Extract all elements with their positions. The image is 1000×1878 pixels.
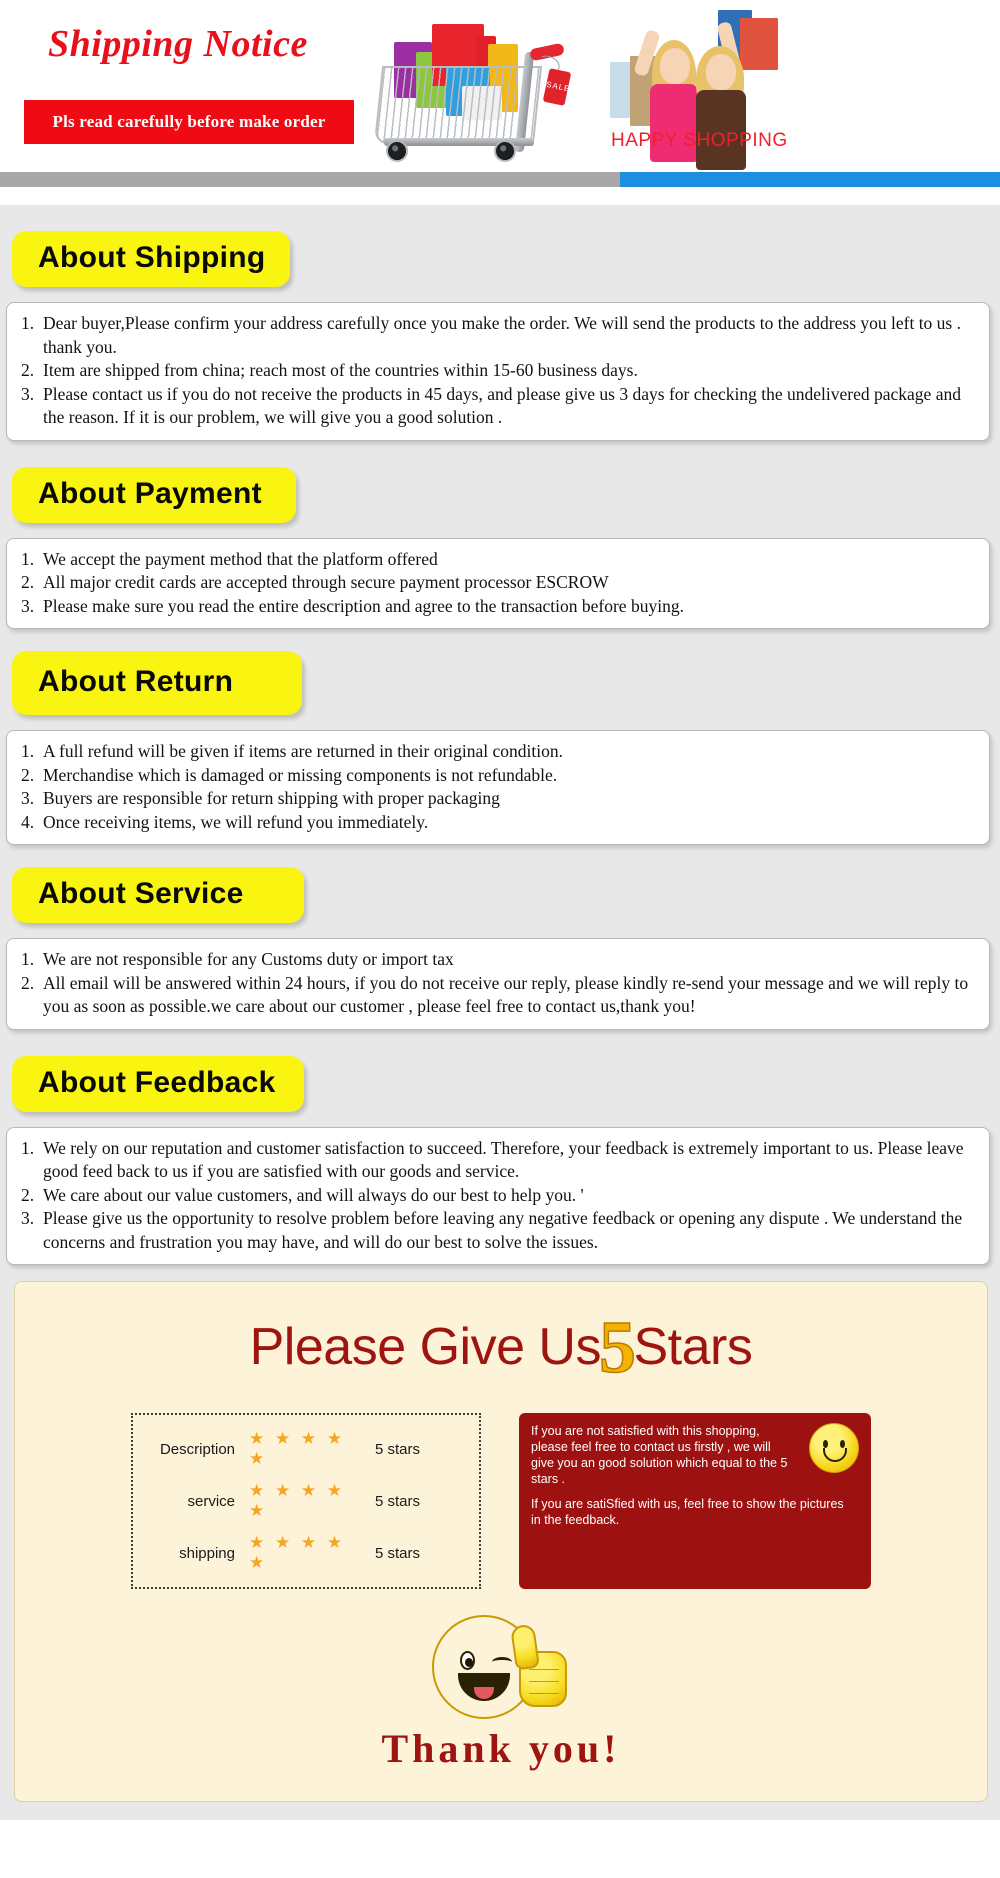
section-tab-label: About Return (38, 665, 234, 698)
header-notice-text: Pls read carefully before make order (52, 112, 326, 131)
list-item: All major credit cards are accepted thro… (21, 571, 609, 594)
rating-row-service: service ★ ★ ★ ★ ★ 5 stars (145, 1481, 463, 1521)
section-card-feedback: We rely on our reputation and customer s… (6, 1126, 990, 1265)
list-item: Buyers are responsible for return shippi… (21, 787, 500, 810)
list-item: Once receiving items, we will refund you… (21, 811, 429, 834)
star-rating-icon: ★ ★ ★ ★ ★ (249, 1429, 346, 1468)
message-satisfied: If you are satiSfied with us, feel free … (531, 1497, 844, 1527)
section-tab-payment: About Payment (12, 466, 296, 523)
list-item: Please contact us if you do not receive … (21, 383, 961, 428)
page-header: Shipping Notice Pls read carefully befor… (0, 0, 1000, 205)
section-tab-label: About Feedback (38, 1065, 276, 1099)
section-tab-label: About Service (38, 877, 244, 910)
heading-after-text: Stars (633, 1318, 753, 1376)
section-tab-feedback: About Feedback (12, 1055, 304, 1112)
heading-number-five: 5 (598, 1306, 636, 1390)
divider-blue-segment (620, 172, 1000, 187)
page-body: About Shipping Dear buyer,Please confirm… (0, 205, 1000, 1820)
footer-content-row: Description ★ ★ ★ ★ ★ 5 stars service ★ … (15, 1413, 987, 1589)
rating-label: service (187, 1492, 235, 1510)
rating-label: shipping (179, 1544, 235, 1562)
thank-you-text: Thank you! (381, 1726, 621, 1771)
list-item: We rely on our reputation and customer s… (21, 1137, 964, 1182)
rating-value: 5 stars (375, 1440, 421, 1458)
section-tab-label: About Payment (38, 476, 262, 510)
rating-value: 5 stars (375, 1544, 421, 1562)
shopping-cart-icon: SALE (370, 8, 580, 168)
rating-row-shipping: shipping ★ ★ ★ ★ ★ 5 stars (145, 1533, 463, 1573)
star-rating-icon: ★ ★ ★ ★ ★ (249, 1533, 346, 1572)
section-tab-service: About Service (12, 867, 304, 923)
header-divider (0, 172, 1000, 187)
list-item: A full refund will be given if items are… (21, 740, 564, 763)
section-about-return: About Return A full refund will be given… (0, 651, 1000, 845)
star-rating-icon: ★ ★ ★ ★ ★ (249, 1481, 346, 1520)
list-item: Please make sure you read the entire des… (21, 595, 684, 618)
page-title: Shipping Notice (48, 23, 308, 65)
section-tab-label: About Shipping (38, 241, 266, 274)
section-about-payment: About Payment We accept the payment meth… (0, 466, 1000, 629)
section-about-feedback: About Feedback We rely on our reputation… (0, 1055, 1000, 1265)
rating-label: Description (159, 1440, 235, 1458)
list-item: Item are shipped from china; reach most … (21, 359, 638, 382)
heading-before-text: Please Give Us (249, 1318, 602, 1376)
five-stars-heading: Please Give Us5Stars (15, 1306, 987, 1391)
list-item: We care about our value customers, and w… (21, 1184, 584, 1207)
section-tab-return: About Return (12, 651, 302, 715)
smiley-face-icon (809, 1423, 859, 1473)
thumbs-up-icon (510, 1623, 575, 1713)
divider-grey-segment (0, 172, 620, 187)
section-about-shipping: About Shipping Dear buyer,Please confirm… (0, 231, 1000, 441)
section-card-payment: We accept the payment method that the pl… (6, 537, 990, 629)
header-notice-bar: Pls read carefully before make order (24, 100, 354, 144)
section-about-service: About Service We are not responsible for… (0, 867, 1000, 1030)
list-item: We accept the payment method that the pl… (21, 548, 438, 571)
ratings-box: Description ★ ★ ★ ★ ★ 5 stars service ★ … (131, 1413, 481, 1589)
five-stars-panel: Please Give Us5Stars Description ★ ★ ★ ★… (14, 1281, 988, 1802)
list-item: We are not responsible for any Customs d… (21, 948, 454, 971)
satisfaction-message-box: If you are not satisfied with this shopp… (519, 1413, 871, 1589)
section-card-shipping: Dear buyer,Please confirm your address c… (6, 302, 990, 441)
list-item: Merchandise which is damaged or missing … (21, 764, 558, 787)
section-card-return: A full refund will be given if items are… (6, 730, 990, 845)
thank-you-area: Thank you! (15, 1615, 987, 1775)
list-item: Please give us the opportunity to resolv… (21, 1207, 963, 1252)
section-card-service: We are not responsible for any Customs d… (6, 938, 990, 1030)
rating-value: 5 stars (375, 1492, 421, 1510)
rating-row-description: Description ★ ★ ★ ★ ★ 5 stars (145, 1429, 463, 1469)
happy-shopping-label: HAPPY SHOPPING (611, 130, 788, 151)
list-item: All email will be answered within 24 hou… (21, 972, 969, 1017)
list-item: Dear buyer,Please confirm your address c… (21, 312, 961, 357)
section-tab-shipping: About Shipping (12, 231, 290, 287)
